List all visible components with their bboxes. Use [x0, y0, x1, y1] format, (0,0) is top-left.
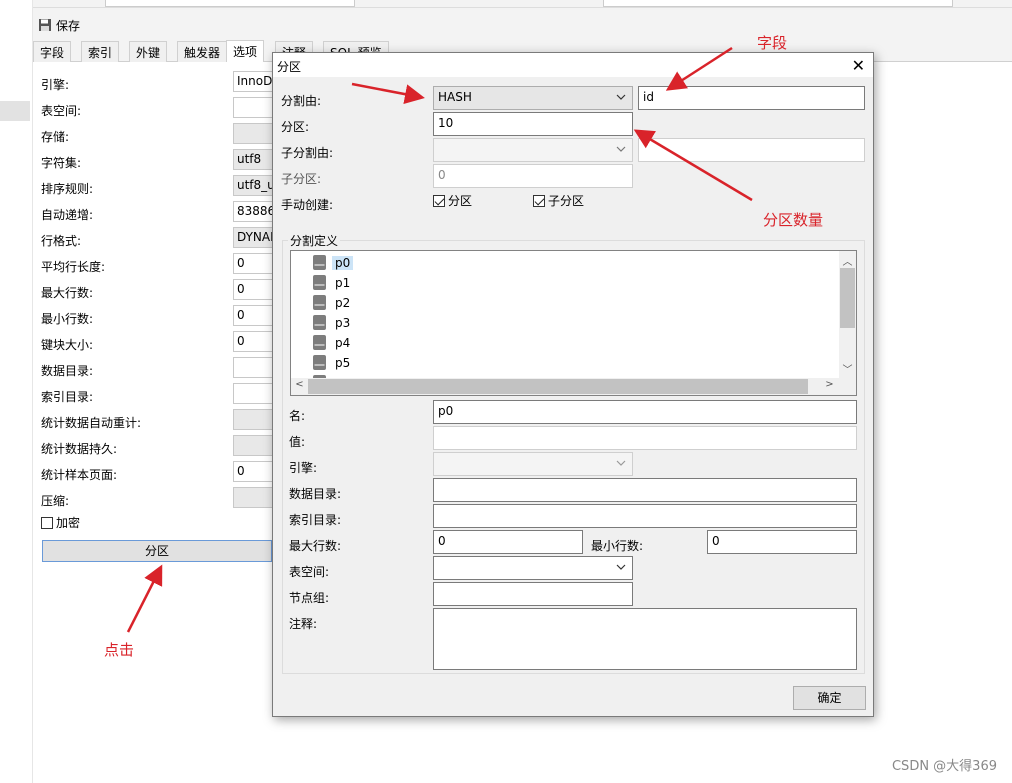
arrow-to-partition-by [351, 82, 425, 105]
annotation-arrows [126, 46, 753, 633]
annotation-field: 字段 [757, 34, 788, 52]
arrow-to-partition-button [126, 564, 163, 633]
watermark: CSDN @大得369 [891, 759, 997, 774]
arrow-to-partition-count [633, 129, 753, 202]
annotation-click: 点击 [104, 641, 135, 659]
annotation-partition-count: 分区数量 [763, 211, 824, 229]
arrow-to-field [665, 46, 733, 91]
